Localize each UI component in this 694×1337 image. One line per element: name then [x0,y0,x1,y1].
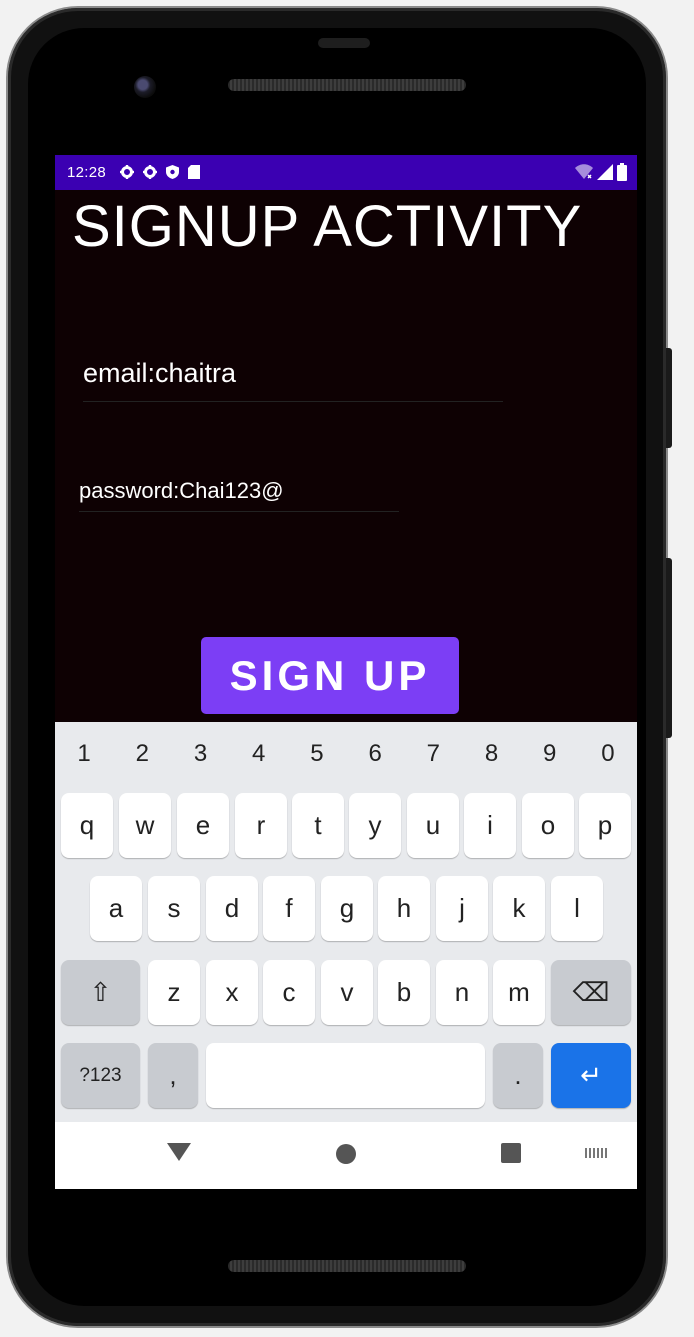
soft-keyboard: 1 2 3 4 5 6 7 8 9 0 q w e r t y u i o p … [55,722,637,1122]
key-s[interactable]: s [148,876,200,941]
key-b[interactable]: b [378,960,430,1025]
key-1[interactable]: 1 [55,736,113,772]
key-h[interactable]: h [378,876,430,941]
key-k[interactable]: k [493,876,545,941]
key-0[interactable]: 0 [579,736,637,772]
key-f[interactable]: f [263,876,315,941]
shift-key[interactable]: ⇧ [61,960,140,1025]
shield-icon [166,164,180,181]
key-i[interactable]: i [464,793,516,858]
key-r[interactable]: r [235,793,287,858]
recents-icon[interactable] [501,1143,521,1163]
key-w[interactable]: w [119,793,171,858]
top-speaker [228,79,466,91]
key-j[interactable]: j [436,876,488,941]
key-y[interactable]: y [349,793,401,858]
navigation-bar [55,1122,637,1189]
key-p[interactable]: p [579,793,631,858]
key-a[interactable]: a [90,876,142,941]
status-bar: 12:28 [55,155,637,190]
enter-icon: ↵ [580,1060,602,1090]
symbols-key[interactable]: ?123 [61,1043,140,1108]
comma-key[interactable]: , [148,1043,198,1108]
key-m[interactable]: m [493,960,545,1025]
front-camera [134,76,156,98]
home-icon[interactable] [336,1144,356,1164]
key-2[interactable]: 2 [113,736,171,772]
wifi-icon [575,164,593,185]
bottom-speaker [228,1260,466,1272]
sd-card-icon [188,164,201,181]
backspace-icon: ⌫ [572,977,610,1007]
volume-button [666,348,672,448]
settings-icon [120,164,135,181]
period-key[interactable]: . [493,1043,543,1108]
signal-icon [597,164,613,185]
space-key[interactable] [206,1043,485,1108]
key-9[interactable]: 9 [521,736,579,772]
key-5[interactable]: 5 [288,736,346,772]
key-e[interactable]: e [177,793,229,858]
key-g[interactable]: g [321,876,373,941]
key-4[interactable]: 4 [230,736,288,772]
key-8[interactable]: 8 [462,736,520,772]
back-icon[interactable] [167,1143,191,1161]
key-l[interactable]: l [551,876,603,941]
key-7[interactable]: 7 [404,736,462,772]
key-6[interactable]: 6 [346,736,404,772]
key-q[interactable]: q [61,793,113,858]
password-field[interactable]: password:Chai123@ [79,471,399,512]
email-field[interactable]: email:chaitra [83,345,503,402]
status-right-icons [575,163,627,186]
keyboard-number-row: 1 2 3 4 5 6 7 8 9 0 [55,736,637,772]
backspace-key[interactable]: ⌫ [551,960,631,1025]
key-z[interactable]: z [148,960,200,1025]
power-button [666,558,672,738]
key-o[interactable]: o [522,793,574,858]
settings-icon [143,164,158,181]
key-d[interactable]: d [206,876,258,941]
status-time: 12:28 [67,164,107,181]
signup-button[interactable]: SIGN UP [201,637,459,714]
battery-icon [617,163,627,186]
page-title: SIGNUP ACTIVITY [72,194,583,259]
key-u[interactable]: u [407,793,459,858]
key-n[interactable]: n [436,960,488,1025]
enter-key[interactable]: ↵ [551,1043,631,1108]
key-t[interactable]: t [292,793,344,858]
key-3[interactable]: 3 [171,736,229,772]
keyboard-icon[interactable] [585,1148,607,1158]
shift-icon: ⇧ [89,977,112,1007]
key-x[interactable]: x [206,960,258,1025]
key-v[interactable]: v [321,960,373,1025]
key-c[interactable]: c [263,960,315,1025]
screen: 12:28 SIGNUP ACTIVITY email:chaitra pass… [55,155,637,1189]
earpiece [318,38,370,48]
